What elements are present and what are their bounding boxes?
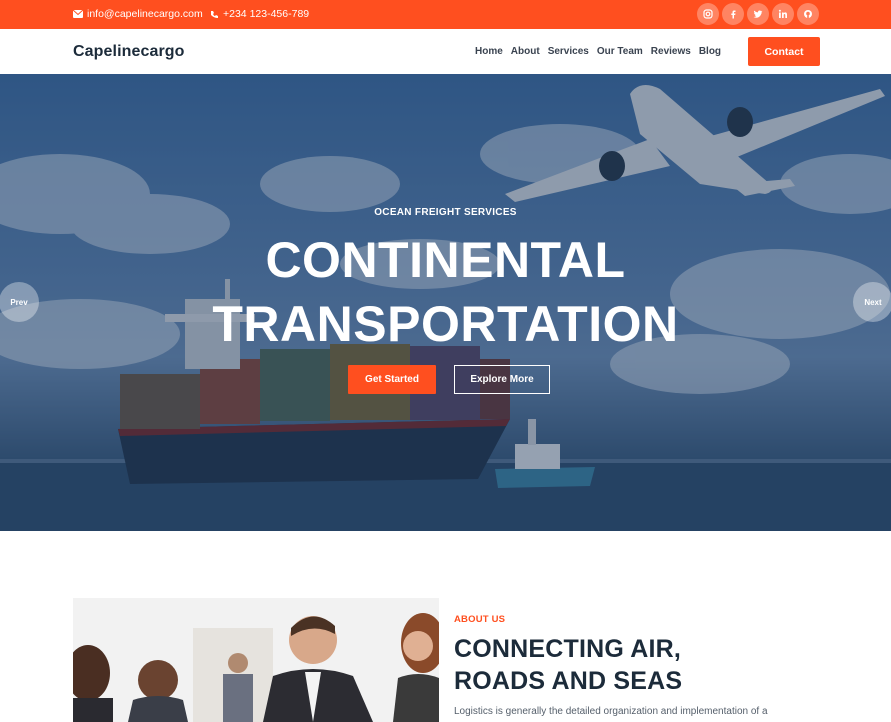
top-bar: info@capelinecargo.com +234 123-456-789 [0, 0, 891, 29]
hero-slider: OCEAN FREIGHT SERVICES CONTINENTAL TRANS… [0, 74, 891, 531]
nav-our-team[interactable]: Our Team [597, 46, 643, 57]
nav-about[interactable]: About [511, 46, 540, 57]
hero-title-line1: CONTINENTAL [265, 232, 626, 288]
instagram-icon[interactable] [697, 3, 719, 25]
envelope-icon [73, 10, 83, 18]
contact-button[interactable]: Contact [748, 37, 820, 66]
linkedin-icon[interactable] [772, 3, 794, 25]
get-started-button[interactable]: Get Started [348, 365, 436, 394]
main-navbar: Capelinecargo Home About Services Our Te… [0, 29, 891, 74]
about-team-photo [73, 598, 439, 722]
social-links [697, 3, 822, 25]
hero-title-line2: TRANSPORTATION [212, 296, 679, 352]
nav-services[interactable]: Services [548, 46, 589, 57]
explore-more-button[interactable]: Explore More [454, 365, 550, 394]
about-title-line1: CONNECTING AIR, [454, 635, 682, 663]
phone-text: +234 123-456-789 [223, 8, 310, 20]
about-title-line2: ROADS AND SEAS [454, 667, 683, 695]
nav-home[interactable]: Home [475, 46, 503, 57]
phone-contact[interactable]: +234 123-456-789 [210, 8, 309, 20]
github-icon[interactable] [797, 3, 819, 25]
prev-slide-button[interactable]: Prev [0, 282, 39, 322]
nav-reviews[interactable]: Reviews [651, 46, 691, 57]
hero-eyebrow: OCEAN FREIGHT SERVICES [374, 207, 517, 218]
about-title: CONNECTING AIR, ROADS AND SEAS [454, 633, 682, 697]
nav-blog[interactable]: Blog [699, 46, 721, 57]
facebook-icon[interactable] [722, 3, 744, 25]
about-label: ABOUT US [454, 614, 506, 625]
phone-icon [211, 10, 218, 18]
next-slide-button[interactable]: Next [853, 282, 891, 322]
brand-logo[interactable]: Capelinecargo [73, 43, 185, 61]
email-contact[interactable]: info@capelinecargo.com [73, 8, 203, 20]
email-text: info@capelinecargo.com [87, 8, 203, 20]
about-text: Logistics is generally the detailed orga… [454, 706, 768, 717]
nav-links: Home About Services Our Team Reviews Blo… [475, 46, 729, 57]
twitter-icon[interactable] [747, 3, 769, 25]
